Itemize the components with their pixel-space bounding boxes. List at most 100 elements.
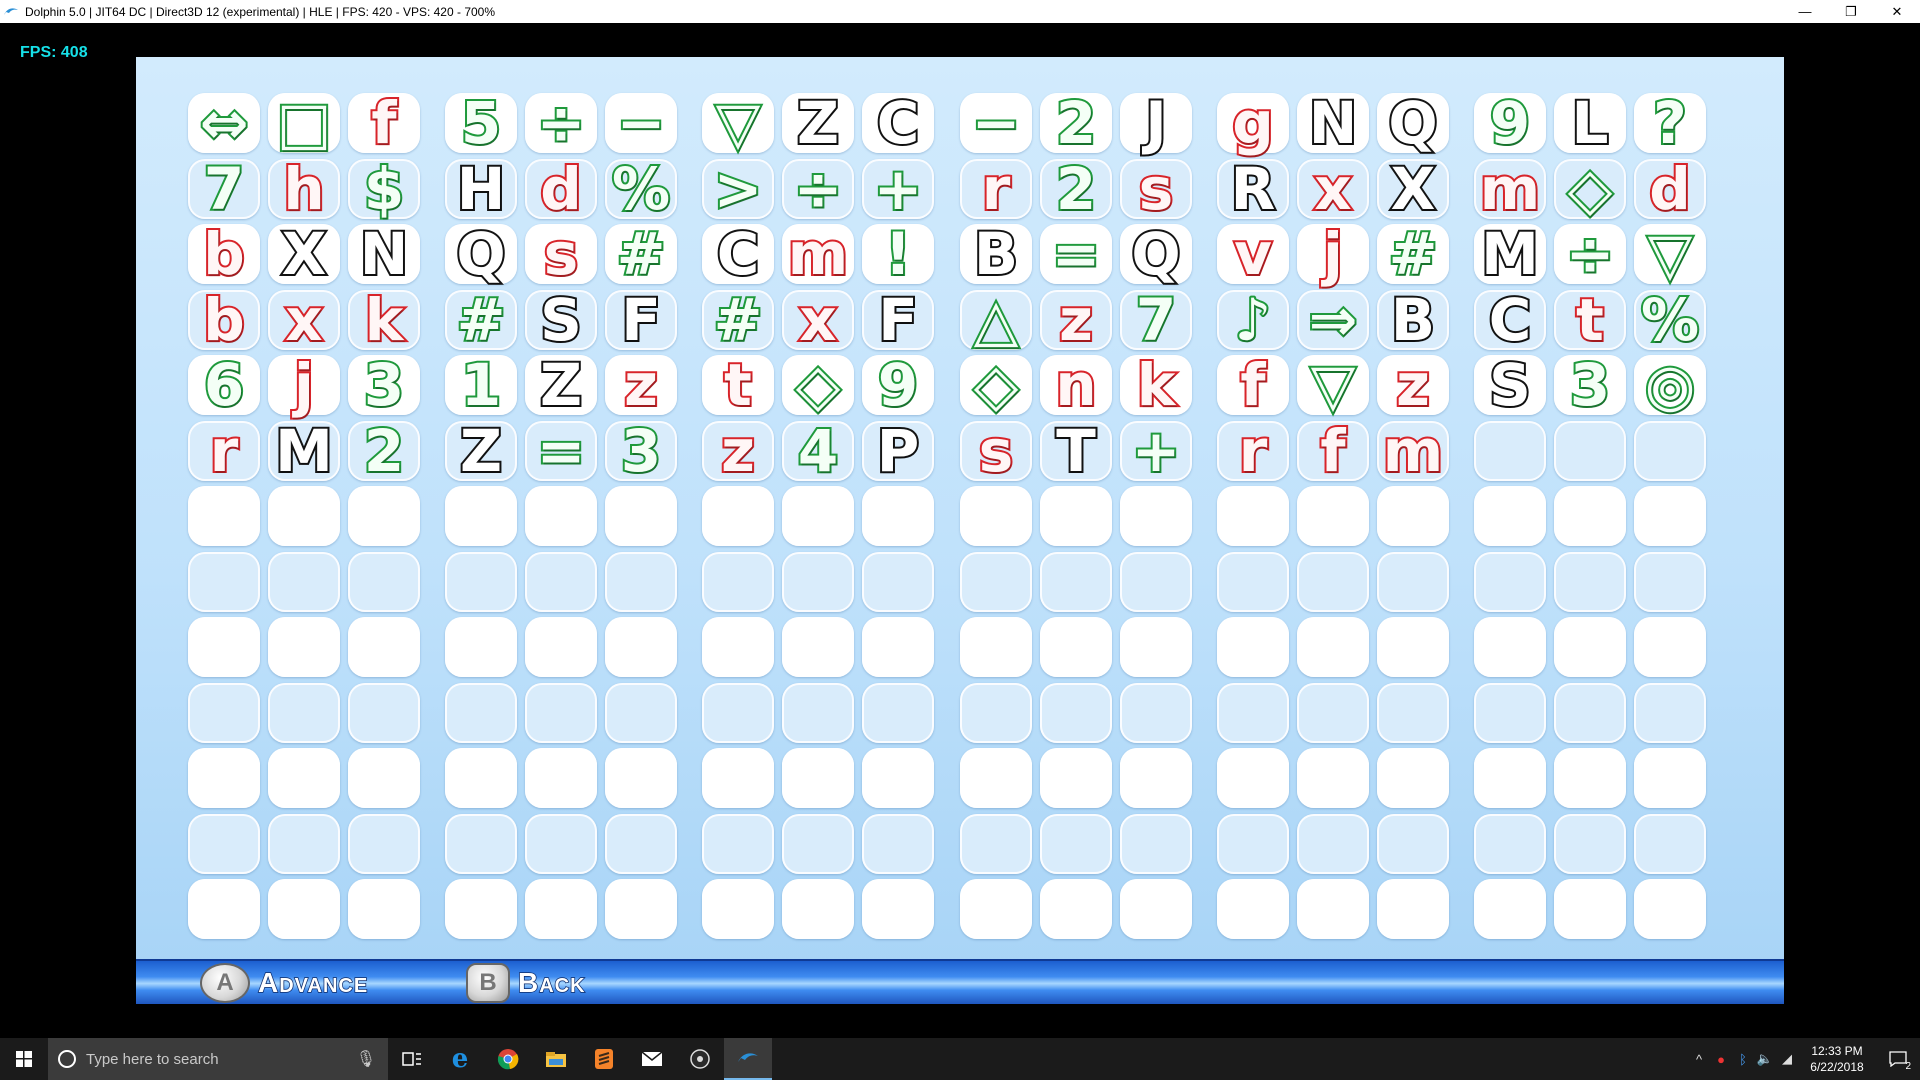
empty-tile[interactable]: [1474, 748, 1546, 808]
symbol-tile[interactable]: +: [862, 158, 934, 220]
empty-tile[interactable]: [960, 879, 1032, 939]
symbol-tile[interactable]: #: [1377, 223, 1449, 285]
empty-tile[interactable]: [268, 551, 340, 612]
symbol-tile[interactable]: C: [862, 92, 934, 154]
empty-tile[interactable]: [525, 617, 597, 677]
empty-tile[interactable]: [268, 617, 340, 677]
symbol-tile[interactable]: %: [1634, 289, 1706, 351]
symbol-tile[interactable]: C: [1474, 289, 1546, 351]
empty-tile[interactable]: [445, 682, 517, 743]
symbol-tile[interactable]: 1: [445, 354, 517, 416]
symbol-tile[interactable]: ?: [1634, 92, 1706, 154]
empty-tile[interactable]: [1297, 813, 1369, 874]
symbol-tile[interactable]: −: [960, 92, 1032, 154]
symbol-tile[interactable]: 6: [188, 354, 260, 416]
empty-tile[interactable]: [1040, 486, 1112, 546]
empty-tile[interactable]: [1474, 682, 1546, 743]
empty-tile[interactable]: [1297, 551, 1369, 612]
empty-tile[interactable]: [1474, 486, 1546, 546]
empty-tile[interactable]: [348, 813, 420, 874]
symbol-tile[interactable]: z: [702, 420, 774, 482]
empty-tile[interactable]: [445, 813, 517, 874]
symbol-tile[interactable]: M: [1474, 223, 1546, 285]
symbol-tile[interactable]: 2: [1040, 158, 1112, 220]
symbol-tile[interactable]: m: [782, 223, 854, 285]
empty-tile[interactable]: [1120, 551, 1192, 612]
obs-icon[interactable]: [676, 1038, 724, 1080]
empty-tile[interactable]: [1474, 879, 1546, 939]
empty-tile[interactable]: [1377, 682, 1449, 743]
empty-tile[interactable]: [188, 879, 260, 939]
empty-tile[interactable]: [348, 551, 420, 612]
empty-tile[interactable]: [1040, 682, 1112, 743]
symbol-tile[interactable]: P: [862, 420, 934, 482]
empty-tile[interactable]: [1554, 813, 1626, 874]
empty-tile[interactable]: [1297, 879, 1369, 939]
symbol-tile[interactable]: 9: [862, 354, 934, 416]
symbol-tile[interactable]: r: [1217, 420, 1289, 482]
mail-icon[interactable]: [628, 1038, 676, 1080]
symbol-tile[interactable]: 5: [445, 92, 517, 154]
symbol-tile[interactable]: $: [348, 158, 420, 220]
symbol-tile[interactable]: F: [605, 289, 677, 351]
symbol-tile[interactable]: h: [268, 158, 340, 220]
empty-tile[interactable]: [445, 748, 517, 808]
symbol-tile[interactable]: #: [445, 289, 517, 351]
empty-tile[interactable]: [702, 682, 774, 743]
empty-tile[interactable]: [1120, 486, 1192, 546]
empty-tile[interactable]: [188, 486, 260, 546]
empty-tile[interactable]: [862, 617, 934, 677]
symbol-tile[interactable]: B: [960, 223, 1032, 285]
empty-tile[interactable]: [268, 879, 340, 939]
symbol-tile[interactable]: t: [1554, 289, 1626, 351]
dolphin-icon[interactable]: [724, 1038, 772, 1080]
symbol-tile[interactable]: 9: [1474, 92, 1546, 154]
empty-tile[interactable]: [1297, 748, 1369, 808]
symbol-tile[interactable]: 7: [1120, 289, 1192, 351]
network-icon[interactable]: ◢: [1776, 1051, 1798, 1067]
empty-tile[interactable]: [525, 748, 597, 808]
symbol-tile[interactable]: S: [525, 289, 597, 351]
empty-tile[interactable]: [1554, 879, 1626, 939]
sublime-text-icon[interactable]: [580, 1038, 628, 1080]
symbol-tile[interactable]: x: [1297, 158, 1369, 220]
symbol-tile[interactable]: ♪: [1217, 289, 1289, 351]
symbol-tile[interactable]: ▽: [702, 92, 774, 154]
volume-icon[interactable]: 🔈: [1754, 1051, 1776, 1067]
symbol-tile[interactable]: >: [702, 158, 774, 220]
symbol-tile[interactable]: m: [1377, 420, 1449, 482]
symbol-tile[interactable]: j: [1297, 223, 1369, 285]
symbol-tile[interactable]: R: [1217, 158, 1289, 220]
empty-tile[interactable]: [188, 617, 260, 677]
empty-tile[interactable]: [1474, 551, 1546, 612]
empty-tile[interactable]: [445, 486, 517, 546]
empty-tile[interactable]: [1040, 551, 1112, 612]
symbol-tile[interactable]: k: [1120, 354, 1192, 416]
symbol-tile[interactable]: ÷: [782, 158, 854, 220]
empty-tile[interactable]: [525, 879, 597, 939]
symbol-tile[interactable]: ▽: [1297, 354, 1369, 416]
empty-tile[interactable]: [1217, 748, 1289, 808]
empty-tile[interactable]: [782, 813, 854, 874]
empty-tile[interactable]: [525, 486, 597, 546]
empty-tile[interactable]: [1217, 813, 1289, 874]
empty-tile[interactable]: [1474, 813, 1546, 874]
symbol-tile[interactable]: #: [605, 223, 677, 285]
symbol-tile[interactable]: ⇔: [188, 92, 260, 154]
symbol-tile[interactable]: T: [1040, 420, 1112, 482]
empty-tile[interactable]: [1554, 617, 1626, 677]
symbol-tile[interactable]: N: [1297, 92, 1369, 154]
empty-tile[interactable]: [782, 617, 854, 677]
restore-button[interactable]: ❐: [1828, 0, 1874, 23]
empty-tile[interactable]: [1297, 682, 1369, 743]
empty-tile[interactable]: [188, 682, 260, 743]
symbol-tile[interactable]: %: [605, 158, 677, 220]
symbol-tile[interactable]: B: [1377, 289, 1449, 351]
empty-tile[interactable]: [1634, 748, 1706, 808]
symbol-tile[interactable]: N: [348, 223, 420, 285]
empty-tile[interactable]: [1217, 617, 1289, 677]
symbol-tile[interactable]: !: [862, 223, 934, 285]
symbol-tile[interactable]: ◇: [960, 354, 1032, 416]
symbol-tile[interactable]: k: [348, 289, 420, 351]
symbol-tile[interactable]: x: [782, 289, 854, 351]
